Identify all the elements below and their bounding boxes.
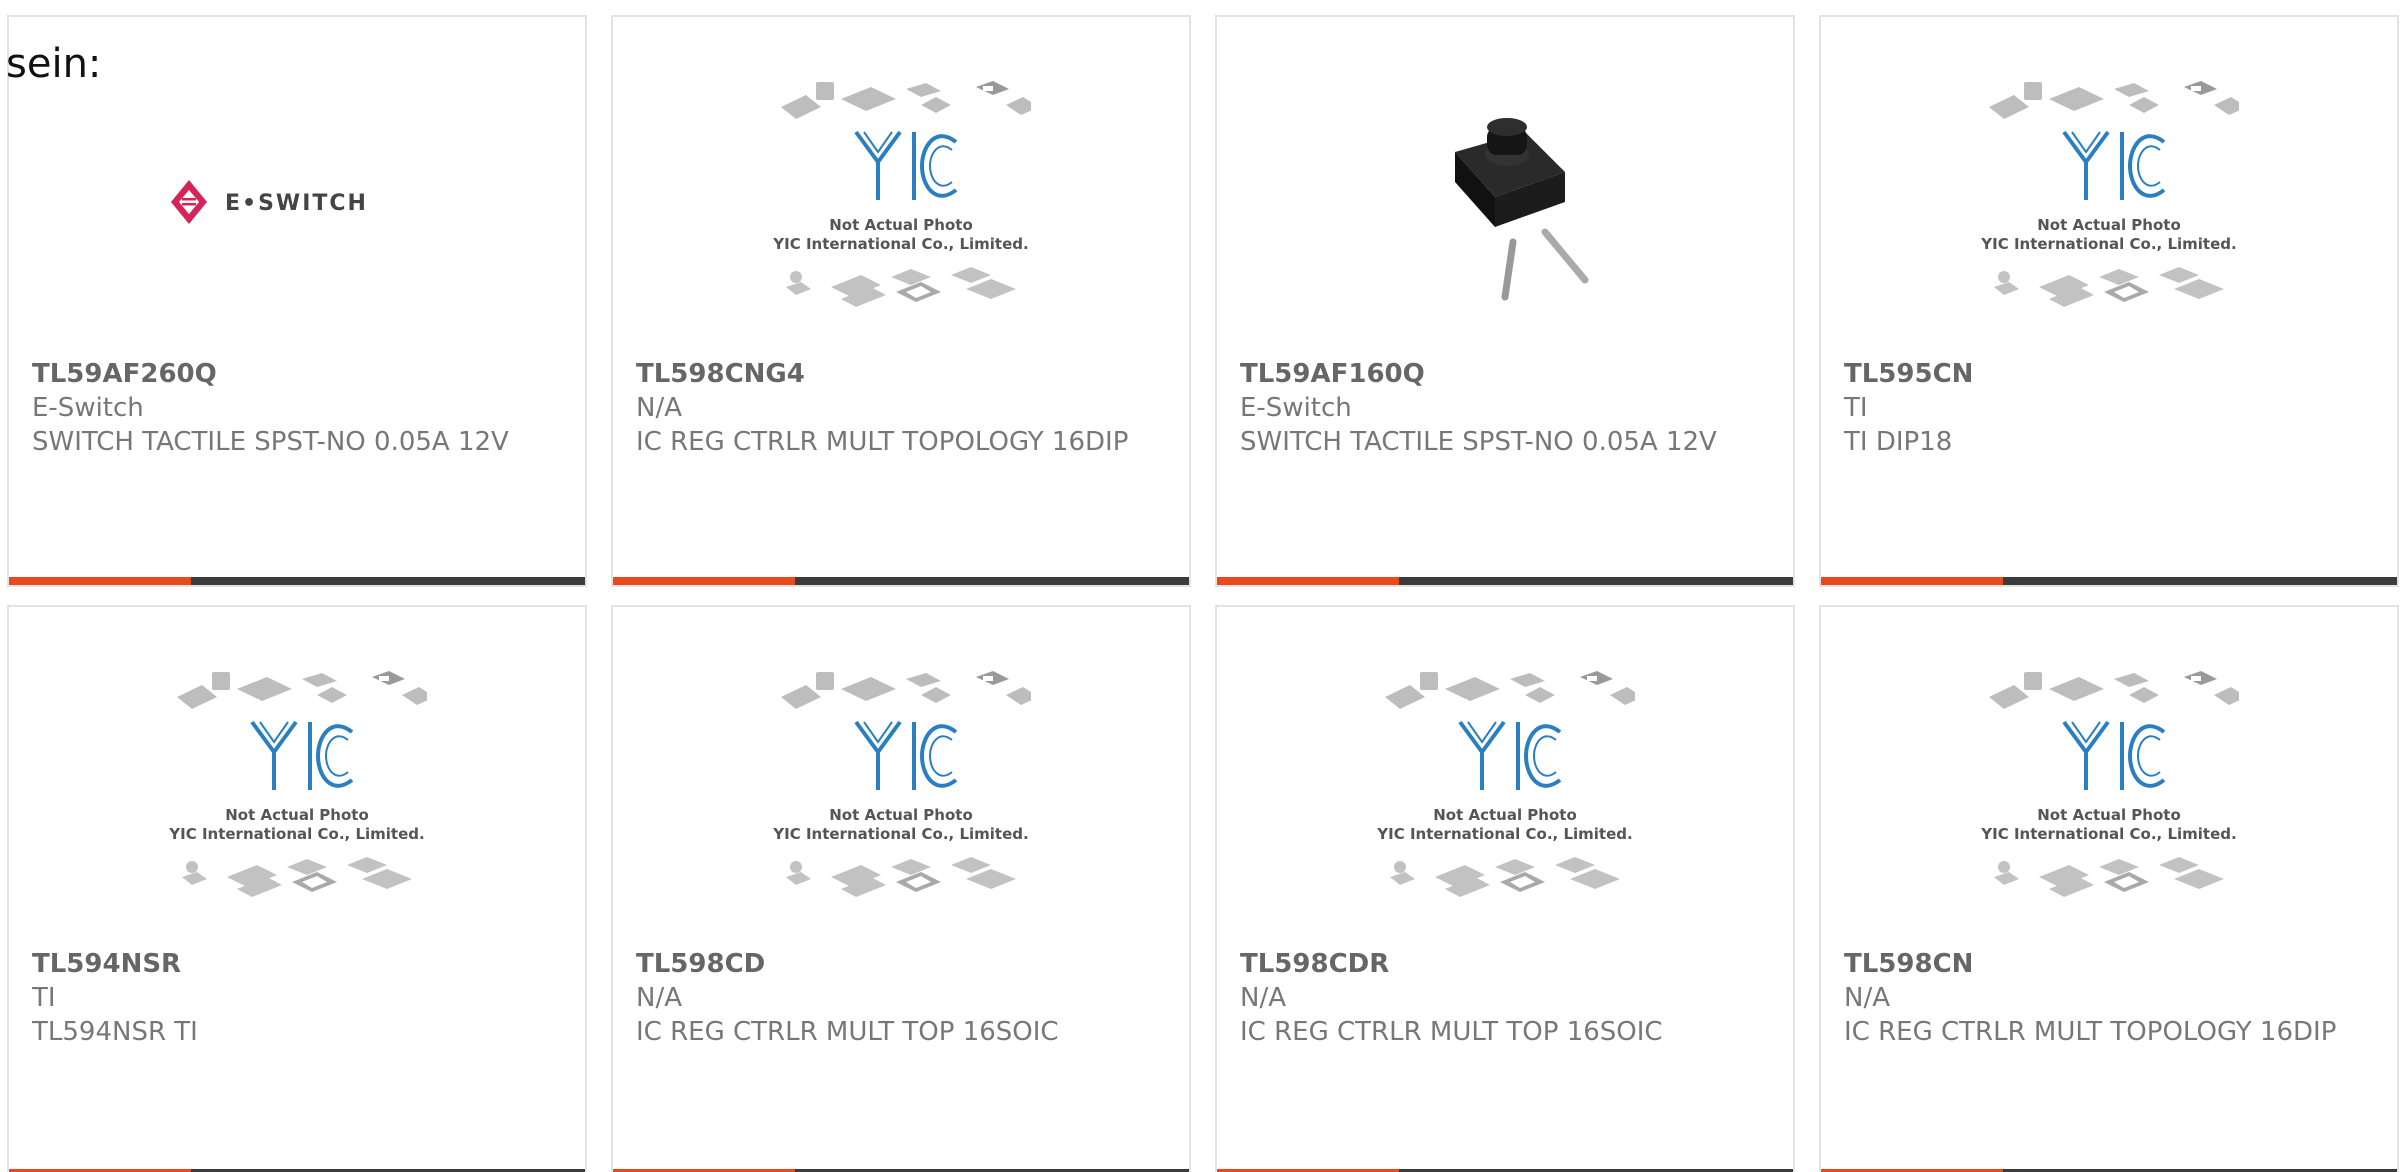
description: TL594NSR TI	[32, 1017, 198, 1047]
part-number[interactable]: TL598CDR	[1240, 947, 1773, 981]
product-card[interactable]: E•SWITCH TL59AF260Q E-Switch SWITCH TACTIL…	[7, 15, 587, 587]
product-info: TL598CDR N/A IC REG CTRLR MULT TOP 16SOIC	[1240, 947, 1773, 1049]
product-card[interactable]: Not Actual Photo YIC International Co., …	[1819, 15, 2399, 587]
card-accent-bar	[1821, 577, 2003, 585]
product-image[interactable]: Not Actual Photo YIC International Co., …	[1821, 667, 2397, 917]
svg-text:Not Actual Photo: Not Actual Photo	[1433, 806, 1577, 824]
part-number[interactable]: TL598CN	[1844, 947, 2377, 981]
part-number[interactable]: TL594NSR	[32, 947, 565, 981]
card-footer-bar	[9, 577, 585, 585]
manufacturer: TI	[1844, 393, 1868, 423]
part-number[interactable]: TL59AF260Q	[32, 357, 565, 391]
card-accent-bar	[1217, 577, 1399, 585]
product-grid: E•SWITCH TL59AF260Q E-Switch SWITCH TACTIL…	[7, 15, 2399, 1172]
product-card[interactable]: Not Actual Photo YIC International Co., …	[1819, 605, 2399, 1172]
product-info: TL59AF160Q E-Switch SWITCH TACTILE SPST-NO…	[1240, 357, 1773, 459]
card-footer-bar	[1821, 577, 2397, 585]
manufacturer: N/A	[1844, 983, 1890, 1013]
svg-text:YIC International Co., Limited: YIC International Co., Limited.	[168, 825, 424, 843]
svg-text:YIC International Co., Limited: YIC International Co., Limited.	[772, 235, 1028, 253]
page: E•SWITCH TL59AF260Q E-Switch SWITCH TACTIL…	[0, 0, 2400, 1172]
description: SWITCH TACTILE SPST-NO 0.05A 12V	[32, 427, 509, 457]
part-number[interactable]: TL598CD	[636, 947, 1169, 981]
manufacturer: N/A	[636, 393, 682, 423]
svg-text:YIC International Co., Limited: YIC International Co., Limited.	[1980, 235, 2236, 253]
e-switch-logo: E•SWITCH	[171, 180, 368, 224]
placeholder-chips-icon: Not Actual Photo YIC International Co., …	[1980, 671, 2239, 897]
description: IC REG CTRLR MULT TOPOLOGY 16DIP	[636, 427, 1129, 457]
svg-text:Not Actual Photo: Not Actual Photo	[2037, 216, 2181, 234]
part-number[interactable]: TL598CNG4	[636, 357, 1169, 391]
svg-text:E•SWITCH: E•SWITCH	[225, 191, 368, 216]
svg-text:YIC International Co., Limited: YIC International Co., Limited.	[772, 825, 1028, 843]
manufacturer: N/A	[636, 983, 682, 1013]
description: IC REG CTRLR MULT TOP 16SOIC	[636, 1017, 1059, 1047]
product-card[interactable]: Not Actual Photo YIC International Co., …	[1215, 605, 1795, 1172]
product-info: TL598CN N/A IC REG CTRLR MULT TOPOLOGY 16D…	[1844, 947, 2377, 1049]
svg-text:Not Actual Photo: Not Actual Photo	[829, 806, 973, 824]
placeholder-chips-icon: Not Actual Photo YIC International Co., …	[772, 81, 1031, 307]
placeholder-chips-icon: Not Actual Photo YIC International Co., …	[1980, 81, 2239, 307]
description: IC REG CTRLR MULT TOPOLOGY 16DIP	[1844, 1017, 2337, 1047]
description: IC REG CTRLR MULT TOP 16SOIC	[1240, 1017, 1663, 1047]
description: SWITCH TACTILE SPST-NO 0.05A 12V	[1240, 427, 1717, 457]
product-image[interactable]: Not Actual Photo YIC International Co., …	[1217, 667, 1793, 917]
description: TI DIP18	[1844, 427, 1953, 457]
svg-text:YIC International Co., Limited: YIC International Co., Limited.	[1980, 825, 2236, 843]
svg-text:Not Actual Photo: Not Actual Photo	[2037, 806, 2181, 824]
product-card[interactable]: Not Actual Photo YIC International Co., …	[611, 605, 1191, 1172]
intro-text: sein:	[6, 41, 102, 87]
card-footer-bar	[1217, 577, 1793, 585]
product-info: TL598CNG4 N/A IC REG CTRLR MULT TOPOLOGY 1…	[636, 357, 1169, 459]
card-accent-bar	[9, 577, 191, 585]
product-image[interactable]: Not Actual Photo YIC International Co., …	[613, 667, 1189, 917]
svg-text:Not Actual Photo: Not Actual Photo	[829, 216, 973, 234]
part-number[interactable]: TL59AF160Q	[1240, 357, 1773, 391]
product-image[interactable]	[1217, 77, 1793, 327]
manufacturer: N/A	[1240, 983, 1286, 1013]
placeholder-chips-icon: Not Actual Photo YIC International Co., …	[168, 671, 427, 897]
product-info: TL594NSR TI TL594NSR TI	[32, 947, 565, 1049]
product-info: TL598CD N/A IC REG CTRLR MULT TOP 16SOIC	[636, 947, 1169, 1049]
manufacturer: E-Switch	[32, 393, 144, 423]
product-image[interactable]: E•SWITCH	[9, 77, 585, 327]
product-image[interactable]: Not Actual Photo YIC International Co., …	[9, 667, 585, 917]
product-card[interactable]: Not Actual Photo YIC International Co., …	[7, 605, 587, 1172]
tactile-switch-photo	[1455, 118, 1589, 301]
product-info: TL59AF260Q E-Switch SWITCH TACTILE SPST-NO…	[32, 357, 565, 459]
manufacturer: TI	[32, 983, 56, 1013]
card-footer-bar	[613, 577, 1189, 585]
svg-text:Not Actual Photo: Not Actual Photo	[225, 806, 369, 824]
placeholder-chips-icon: Not Actual Photo YIC International Co., …	[772, 671, 1031, 897]
product-card[interactable]: Not Actual Photo YIC International Co., …	[611, 15, 1191, 587]
card-accent-bar	[613, 577, 795, 585]
product-card[interactable]: TL59AF160Q E-Switch SWITCH TACTILE SPST-NO…	[1215, 15, 1795, 587]
product-image[interactable]: Not Actual Photo YIC International Co., …	[1821, 77, 2397, 327]
part-number[interactable]: TL595CN	[1844, 357, 2377, 391]
product-info: TL595CN TI TI DIP18	[1844, 357, 2377, 459]
product-image[interactable]: Not Actual Photo YIC International Co., …	[613, 77, 1189, 327]
svg-text:YIC International Co., Limited: YIC International Co., Limited.	[1376, 825, 1632, 843]
manufacturer: E-Switch	[1240, 393, 1352, 423]
placeholder-chips-icon: Not Actual Photo YIC International Co., …	[1376, 671, 1635, 897]
